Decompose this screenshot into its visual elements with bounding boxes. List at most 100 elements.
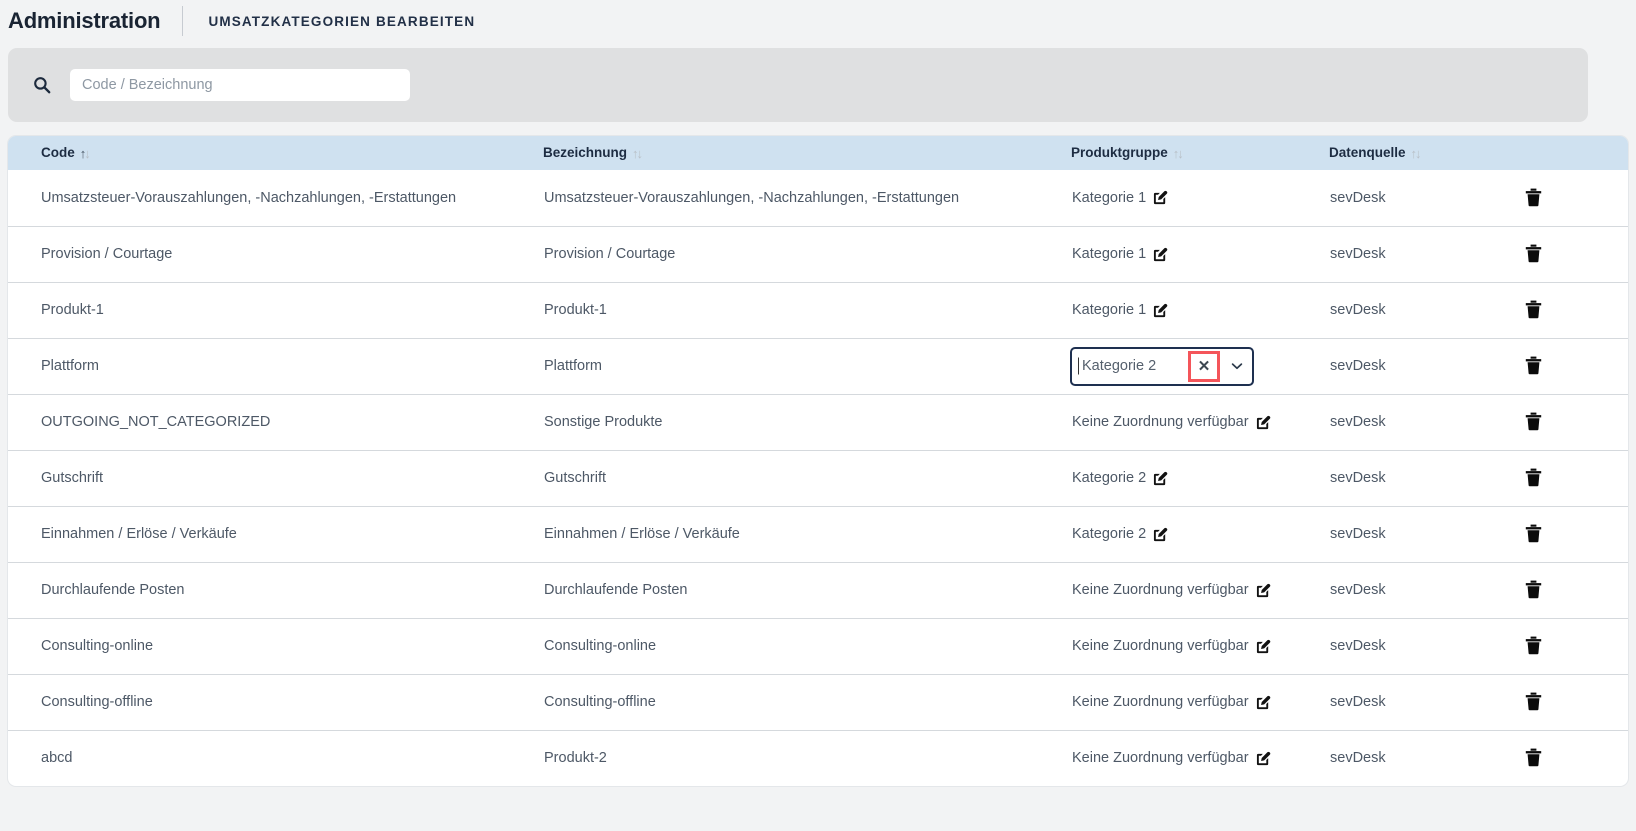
cell-code: Consulting-offline xyxy=(41,694,153,710)
cell-bezeichnung: Consulting-offline xyxy=(544,694,656,710)
produktgruppe-value-wrap: Keine Zuordnung verfügbar xyxy=(1072,750,1271,766)
produktgruppe-value-wrap: Keine Zuordnung verfügbar xyxy=(1072,414,1271,430)
column-header-code[interactable]: Code ↑↓ xyxy=(8,136,543,170)
produktgruppe-value-wrap: Kategorie 1 xyxy=(1072,246,1168,262)
delete-row-button[interactable] xyxy=(1521,746,1545,770)
delete-row-button[interactable] xyxy=(1521,297,1545,321)
cell-code: Provision / Courtage xyxy=(41,246,173,262)
produktgruppe-value-wrap: Kategorie 2 xyxy=(1072,526,1168,542)
edit-pencil-icon[interactable] xyxy=(1153,247,1168,262)
cell-code: OUTGOING_NOT_CATEGORIZED xyxy=(41,414,271,430)
delete-row-button[interactable] xyxy=(1521,409,1545,433)
table-header: Code ↑↓ Bezeichnung ↑↓ Produktgruppe ↑↓ Dat… xyxy=(8,136,1628,170)
cell-produktgruppe: Kategorie 2 xyxy=(1071,506,1329,562)
cell-datenquelle: sevDesk xyxy=(1330,414,1386,430)
cell-datenquelle: sevDesk xyxy=(1330,302,1386,318)
column-header-datenquelle[interactable]: Datenquelle ↑↓ xyxy=(1329,136,1494,170)
produktgruppe-value: Keine Zuordnung verfügbar xyxy=(1072,694,1249,710)
delete-row-button[interactable] xyxy=(1521,633,1545,657)
cell-code: Plattform xyxy=(41,358,100,374)
delete-row-button[interactable] xyxy=(1521,577,1545,601)
produktgruppe-value: Kategorie 2 xyxy=(1072,526,1147,542)
produktgruppe-value-wrap: Keine Zuordnung verfügbar xyxy=(1072,582,1271,598)
app-title: Administration xyxy=(8,8,161,33)
column-label-bezeichnung: Bezeichnung xyxy=(543,145,628,160)
sort-arrows-icon[interactable]: ↑↓ xyxy=(80,146,91,161)
edit-pencil-icon[interactable] xyxy=(1256,639,1271,654)
delete-row-button[interactable] xyxy=(1521,241,1545,265)
column-header-bezeichnung[interactable]: Bezeichnung ↑↓ xyxy=(543,136,1071,170)
delete-row-button[interactable] xyxy=(1521,185,1545,209)
table-row: Umsatzsteuer-Vorauszahlungen, -Nachzahlu… xyxy=(8,170,1628,226)
table-row: Provision / Courtage Provision / Courtag… xyxy=(8,226,1628,282)
column-label-code: Code xyxy=(41,145,75,160)
cell-bezeichnung: Sonstige Produkte xyxy=(544,414,663,430)
categories-table-container: Code ↑↓ Bezeichnung ↑↓ Produktgruppe ↑↓ Dat… xyxy=(8,136,1628,786)
delete-row-button[interactable] xyxy=(1521,521,1545,545)
cell-bezeichnung: Einnahmen / Erlöse / Verkäufe xyxy=(544,526,740,542)
cell-code: Produkt-1 xyxy=(41,302,104,318)
edit-pencil-icon[interactable] xyxy=(1256,583,1271,598)
produktgruppe-value: Kategorie 1 xyxy=(1072,246,1147,262)
cell-datenquelle: sevDesk xyxy=(1330,750,1386,767)
cell-produktgruppe: Keine Zuordnung verfügbar xyxy=(1071,674,1329,730)
cell-actions xyxy=(1494,674,1628,730)
cell-bezeichnung: Durchlaufende Posten xyxy=(544,582,688,598)
sort-arrows-icon[interactable]: ↑↓ xyxy=(1411,146,1422,161)
produktgruppe-value: Kategorie 1 xyxy=(1072,189,1147,206)
search-input[interactable] xyxy=(70,69,410,101)
cell-bezeichnung: Produkt-2 xyxy=(544,750,607,767)
cell-bezeichnung: Provision / Courtage xyxy=(544,246,676,262)
cell-actions xyxy=(1494,226,1628,282)
cell-actions xyxy=(1494,506,1628,562)
delete-row-button[interactable] xyxy=(1521,465,1545,489)
cell-produktgruppe: Keine Zuordnung verfügbar xyxy=(1071,730,1329,786)
cell-produktgruppe: Kategorie 1 xyxy=(1071,226,1329,282)
produktgruppe-select-value[interactable]: Kategorie 2 xyxy=(1072,358,1188,374)
edit-pencil-icon[interactable] xyxy=(1153,303,1168,318)
table-header-row: Code ↑↓ Bezeichnung ↑↓ Produktgruppe ↑↓ Dat… xyxy=(8,136,1628,170)
produktgruppe-select[interactable]: Kategorie 2 ✕ xyxy=(1070,346,1254,386)
produktgruppe-value-wrap: Kategorie 1 xyxy=(1072,190,1168,206)
cell-actions xyxy=(1494,562,1628,618)
edit-pencil-icon[interactable] xyxy=(1153,471,1168,486)
cell-actions xyxy=(1494,450,1628,506)
delete-row-button[interactable] xyxy=(1521,689,1545,713)
delete-row-button[interactable] xyxy=(1521,353,1545,377)
chevron-down-icon[interactable] xyxy=(1222,349,1252,384)
edit-pencil-icon[interactable] xyxy=(1153,190,1168,205)
table-row: Consulting-online Consulting-online Kein… xyxy=(8,618,1628,674)
table-row: Produkt-1 Produkt-1 Kategorie 1 sevDesk xyxy=(8,282,1628,338)
column-label-datenquelle: Datenquelle xyxy=(1329,145,1406,160)
cell-produktgruppe: Kategorie 2 xyxy=(1071,450,1329,506)
cell-actions xyxy=(1494,618,1628,674)
edit-pencil-icon[interactable] xyxy=(1256,695,1271,710)
clear-selection-button[interactable]: ✕ xyxy=(1188,350,1220,382)
produktgruppe-value: Keine Zuordnung verfügbar xyxy=(1072,750,1249,767)
cell-bezeichnung: Produkt-1 xyxy=(544,302,607,318)
column-header-actions xyxy=(1494,136,1628,170)
table-body: Umsatzsteuer-Vorauszahlungen, -Nachzahlu… xyxy=(8,170,1628,786)
cell-actions xyxy=(1494,282,1628,338)
produktgruppe-value: Keine Zuordnung verfügbar xyxy=(1072,638,1249,654)
column-header-produktgruppe[interactable]: Produktgruppe ↑↓ xyxy=(1071,136,1329,170)
produktgruppe-value: Kategorie 1 xyxy=(1072,302,1147,318)
produktgruppe-value-wrap: Kategorie 1 xyxy=(1072,302,1168,318)
cell-produktgruppe: Kategorie 2 ✕ xyxy=(1070,338,1329,394)
cell-datenquelle: sevDesk xyxy=(1330,358,1386,374)
page-title: UMSATZKATEGORIEN BEARBEITEN xyxy=(208,13,476,29)
produktgruppe-value-wrap: Keine Zuordnung verfügbar xyxy=(1072,694,1271,710)
cell-code: abcd xyxy=(41,750,73,767)
table-row: Consulting-offline Consulting-offline Ke… xyxy=(8,674,1628,730)
edit-pencil-icon[interactable] xyxy=(1153,527,1168,542)
table-row: Durchlaufende Posten Durchlaufende Poste… xyxy=(8,562,1628,618)
sort-arrows-icon[interactable]: ↑↓ xyxy=(632,146,643,161)
app-header: Administration UMSATZKATEGORIEN BEARBEIT… xyxy=(0,0,1636,42)
sort-arrows-icon[interactable]: ↑↓ xyxy=(1173,146,1184,161)
cell-datenquelle: sevDesk xyxy=(1330,189,1386,206)
edit-pencil-icon[interactable] xyxy=(1256,751,1271,766)
cell-datenquelle: sevDesk xyxy=(1330,470,1386,486)
edit-pencil-icon[interactable] xyxy=(1256,415,1271,430)
produktgruppe-value-wrap: Kategorie 2 xyxy=(1072,470,1168,486)
cell-code: Gutschrift xyxy=(41,470,104,486)
